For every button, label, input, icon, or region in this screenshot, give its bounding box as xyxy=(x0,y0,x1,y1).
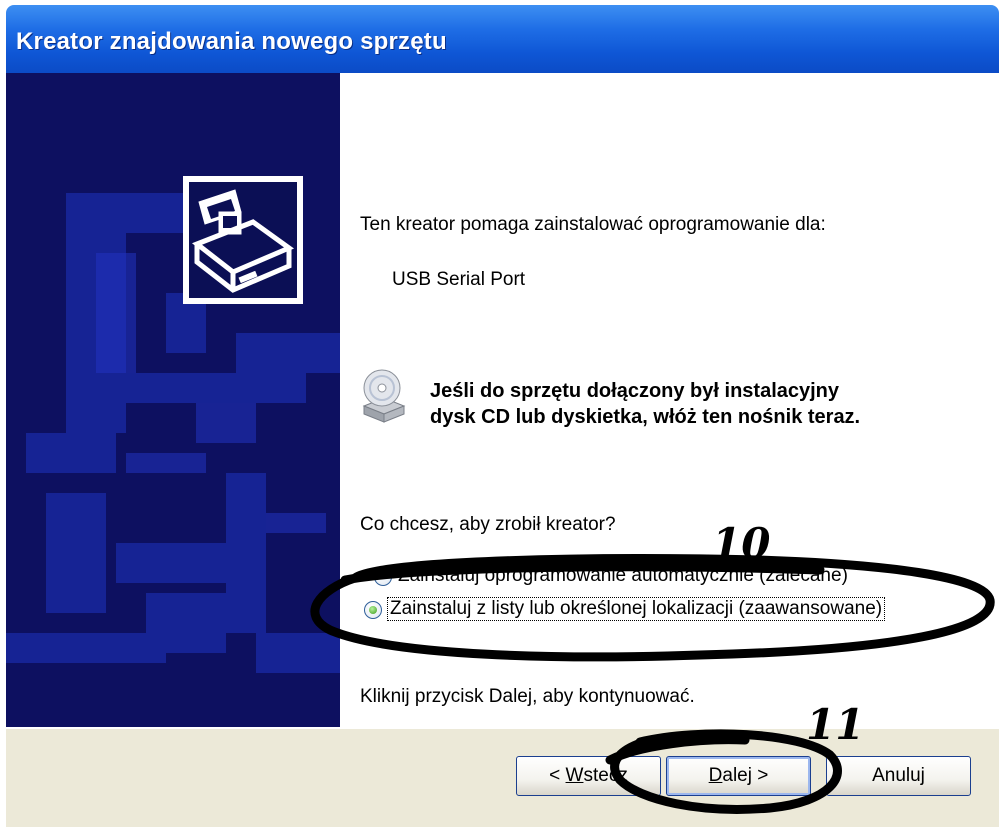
cd-drive-icon xyxy=(362,369,406,423)
title-bar[interactable]: Kreator znajdowania nowego sprzętu xyxy=(6,5,999,73)
option-advanced-label[interactable]: Zainstaluj z listy lub określonej lokali… xyxy=(386,597,886,621)
hardware-wizard-icon xyxy=(189,182,297,298)
back-button-mnemonic: W xyxy=(565,765,584,786)
next-button-label: alej > xyxy=(722,765,769,786)
back-button-label: stecz xyxy=(583,765,628,786)
wizard-content: Ten kreator pomaga zainstalować oprogram… xyxy=(340,73,999,727)
annotation-number-11: 11 xyxy=(806,700,865,749)
option-auto-label[interactable]: Zainstaluj oprogramowanie automatycznie … xyxy=(398,565,848,587)
device-name: USB Serial Port xyxy=(392,269,526,290)
background-hardware-art xyxy=(6,193,340,673)
back-button[interactable]: < Wstecz xyxy=(516,756,661,796)
next-button-mnemonic: D xyxy=(708,765,723,786)
question-text: Co chcesz, aby zrobił kreator? xyxy=(360,514,616,535)
wizard-side-panel xyxy=(6,73,340,727)
continue-hint: Kliknij przycisk Dalej, aby kontynuować. xyxy=(360,686,695,707)
back-button-prefix: < xyxy=(549,765,566,786)
cd-notice-line2: dysk CD lub dyskietka, włóż ten nośnik t… xyxy=(430,406,861,428)
option-advanced-radio[interactable] xyxy=(364,601,382,619)
option-auto-radio[interactable] xyxy=(374,568,392,586)
hardware-icon-frame xyxy=(183,176,303,304)
window-title: Kreator znajdowania nowego sprzętu xyxy=(16,28,447,55)
cancel-button[interactable]: Anuluj xyxy=(826,756,971,796)
next-button[interactable]: Dalej > xyxy=(666,756,811,796)
cd-notice-line1: Jeśli do sprzętu dołączony był instalacy… xyxy=(430,380,840,402)
annotation-number-10: 10 xyxy=(712,519,771,568)
intro-text: Ten kreator pomaga zainstalować oprogram… xyxy=(360,214,826,235)
